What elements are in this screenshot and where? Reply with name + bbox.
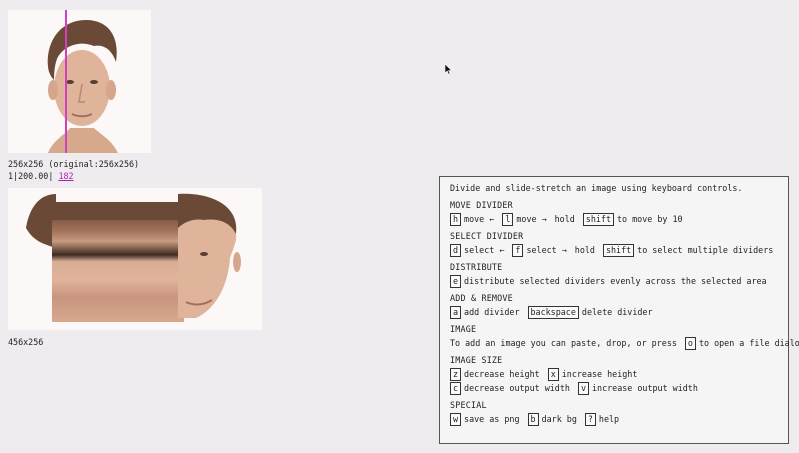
key-c[interactable]: c [450, 382, 462, 395]
help-row: d select ← f select → hold shift to select mul… [450, 244, 778, 257]
output-image [8, 188, 262, 330]
key-shift[interactable]: shift [602, 244, 635, 257]
mouse-cursor-icon [444, 63, 453, 77]
help-row: w save as png b dark bg? help [450, 413, 778, 426]
help-text: increase height [561, 369, 638, 379]
key-w[interactable]: w [450, 413, 462, 426]
help-panel: Divide and slide-stretch an image using … [439, 176, 799, 444]
help-row: c decrease output width v increase output w… [450, 382, 778, 395]
help-section-title: SELECT DIVIDER [450, 231, 524, 241]
key-o[interactable]: o [684, 337, 696, 350]
help-row: a add divider backspace delete divider [450, 306, 778, 319]
key-e[interactable]: e [450, 275, 462, 288]
help-text: increase output width [591, 383, 698, 393]
help-text: hold [554, 214, 575, 224]
help-section-title: ADD & REMOVE [450, 293, 513, 303]
help-section: SELECT DIVIDER d select ← f select → hold shif… [450, 231, 778, 257]
help-row: z decrease height x increase height [450, 368, 778, 381]
key-backspace[interactable]: backspace [527, 306, 579, 319]
divider-position-link[interactable]: 182 [58, 171, 73, 181]
help-row: e distribute selected dividers evenly acr… [450, 275, 778, 288]
key-v[interactable]: v [577, 382, 589, 395]
divider-info-text: 1|200.00| [8, 171, 54, 181]
source-dimensions-label: 256x256 (original:256x256) [8, 159, 140, 169]
help-section-title: SPECIAL [450, 400, 487, 410]
help-text: select → [526, 245, 567, 255]
help-section: DISTRIBUTE e distribute selected dividers … [450, 262, 778, 288]
key-b[interactable]: b [527, 413, 539, 426]
key-d[interactable]: d [450, 244, 462, 257]
key-a[interactable]: a [450, 306, 462, 319]
output-dimensions-label: 456x256 [8, 337, 44, 347]
help-text: decrease height [464, 369, 540, 379]
help-text: To add an image you can paste, drop, or … [450, 338, 677, 348]
help-text: delete divider [581, 307, 653, 317]
help-text: move ← [464, 214, 495, 224]
key-question[interactable]: ? [584, 413, 596, 426]
help-section-title: IMAGE SIZE [450, 355, 503, 365]
help-section: ADD & REMOVE a add divider backspace delete … [450, 293, 778, 319]
help-section-title: IMAGE [450, 324, 477, 334]
help-section: SPECIAL w save as png b dark bg? help [450, 400, 778, 426]
help-text: to open a file dialog. [698, 338, 799, 348]
help-text: decrease output width [464, 383, 570, 393]
help-text: to move by 10 [617, 214, 683, 224]
key-shift[interactable]: shift [582, 213, 615, 226]
help-sections: MOVE DIVIDER h move ← l move → hold shift to mo… [450, 200, 799, 426]
help-text: help [598, 414, 620, 424]
key-x[interactable]: x [547, 368, 559, 381]
help-section: MOVE DIVIDER h move ← l move → hold shift to mo… [450, 200, 778, 226]
help-section: IMAGE SIZE z decrease height x increase heig… [450, 355, 778, 395]
help-text: hold [574, 245, 595, 255]
help-text: select ← [464, 245, 505, 255]
key-h[interactable]: h [450, 213, 462, 226]
help-row: h move ← l move → hold shift to move by 10 [450, 213, 778, 226]
help-text: save as png [464, 414, 520, 424]
divider-line[interactable] [65, 10, 67, 153]
help-text: move → [516, 214, 547, 224]
help-row: To add an image you can paste, drop, or … [450, 337, 799, 350]
key-z[interactable]: z [450, 368, 462, 381]
divider-info: 1|200.00| 182 [8, 171, 74, 181]
help-text: dark bg [541, 414, 577, 424]
help-section-title: DISTRIBUTE [450, 262, 503, 272]
help-text: to select multiple dividers [637, 245, 774, 255]
help-section-title: MOVE DIVIDER [450, 200, 513, 210]
source-image[interactable] [8, 10, 151, 153]
help-section: IMAGE To add an image you can paste, drop… [450, 324, 799, 350]
source-face-photo [8, 10, 151, 153]
help-text: add divider [464, 307, 520, 317]
key-f[interactable]: f [512, 244, 524, 257]
output-stretched-photo [8, 188, 262, 330]
help-intro: Divide and slide-stretch an image using … [450, 183, 743, 193]
key-l[interactable]: l [502, 213, 514, 226]
help-text: distribute selected dividers evenly acro… [464, 276, 767, 286]
